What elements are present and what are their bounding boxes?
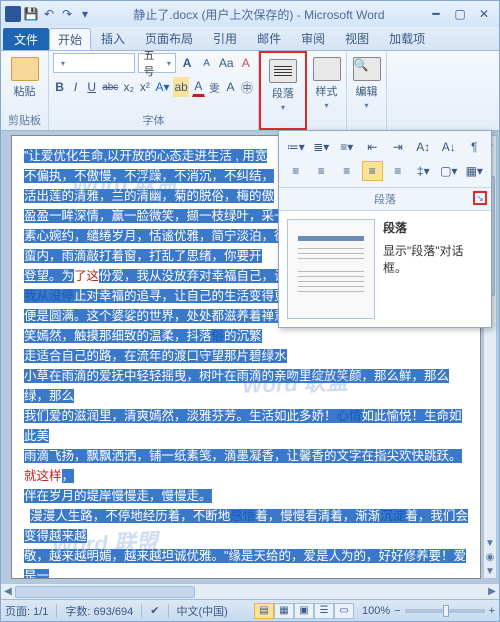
title-bar: 💾 ↶ ↷ ▾ 静止了.docx (用户上次保存的) - Microsoft W… xyxy=(1,1,499,27)
subscript-button[interactable]: x₂ xyxy=(122,77,135,97)
increase-indent-button[interactable]: ⇥ xyxy=(387,137,409,157)
enclose-button[interactable]: ㊥ xyxy=(240,77,254,97)
superscript-button[interactable]: x² xyxy=(138,77,151,97)
italic-button[interactable]: I xyxy=(69,77,82,97)
tab-home[interactable]: 开始 xyxy=(49,28,91,50)
qat-more-icon[interactable]: ▾ xyxy=(77,6,93,22)
font-family-combo[interactable]: ▾ xyxy=(53,53,135,73)
view-print-layout[interactable]: ▤ xyxy=(254,603,274,619)
tooltip-title: 段落 xyxy=(383,219,483,236)
align-justify-button[interactable]: ≡ xyxy=(362,161,384,181)
horizontal-scrollbar[interactable]: ◀ ▶ xyxy=(1,583,499,599)
bold-button[interactable]: B xyxy=(53,77,66,97)
bullets-button[interactable]: ≔▾ xyxy=(285,137,307,157)
tab-file[interactable]: 文件 xyxy=(3,28,49,50)
group-paragraph: 段落 ▾ xyxy=(259,51,307,130)
border-button[interactable]: A xyxy=(224,77,237,97)
editing-button[interactable]: 🔍 编辑 ▾ xyxy=(351,53,382,110)
minimize-button[interactable]: ━ xyxy=(425,6,447,22)
dialog-launcher-icon[interactable]: ↘ xyxy=(473,191,487,205)
multilevel-button[interactable]: ≡▾ xyxy=(336,137,358,157)
scroll-down-icon[interactable]: ▼ xyxy=(484,536,496,550)
tooltip: 段落 显示"段落"对话框。 xyxy=(279,211,491,327)
paragraph-popup: ≔▾ ≣▾ ≡▾ ⇤ ⇥ A↕ A↓ ¶ ≡ ≡ ≡ ≡ ≡ ‡▾ ▢▾ ▦▾ … xyxy=(278,130,492,328)
shading-button[interactable]: ▢▾ xyxy=(438,161,460,181)
prev-page-icon[interactable]: ◉ xyxy=(484,550,496,564)
scroll-right-icon[interactable]: ▶ xyxy=(485,585,499,599)
styles-icon xyxy=(313,57,341,81)
tab-view[interactable]: 视图 xyxy=(335,26,379,50)
paste-icon xyxy=(11,57,39,81)
align-center-button[interactable]: ≡ xyxy=(311,161,333,181)
close-button[interactable]: ✕ xyxy=(473,6,495,22)
ribbon-tabs: 文件 开始 插入 页面布局 引用 邮件 审阅 视图 加载项 xyxy=(1,27,499,51)
phonetic-button[interactable]: 雯 xyxy=(208,77,221,97)
status-page[interactable]: 页面: 1/1 xyxy=(5,603,48,619)
status-wordcount[interactable]: 字数: 693/694 xyxy=(65,603,133,619)
show-marks-button[interactable]: ¶ xyxy=(464,137,486,157)
group-editing: 🔍 编辑 ▾ xyxy=(347,51,387,130)
align-left-button[interactable]: ≡ xyxy=(285,161,307,181)
font-color-button[interactable]: A xyxy=(192,77,205,97)
tab-insert[interactable]: 插入 xyxy=(91,26,135,50)
numbering-button[interactable]: ≣▾ xyxy=(311,137,333,157)
view-fullscreen[interactable]: ▦ xyxy=(274,603,294,619)
editing-icon: 🔍 xyxy=(353,57,381,81)
shrink-font-button[interactable]: A xyxy=(198,53,215,73)
status-language[interactable]: 中文(中国) xyxy=(177,603,228,619)
grow-font-button[interactable]: A xyxy=(179,53,196,73)
view-outline[interactable]: ☰ xyxy=(314,603,334,619)
paragraph-icon xyxy=(269,59,297,83)
group-styles: 样式 ▾ xyxy=(307,51,347,130)
maximize-button[interactable]: ▢ xyxy=(449,6,471,22)
decrease-indent-button[interactable]: ⇤ xyxy=(362,137,384,157)
group-clipboard-label: 剪贴板 xyxy=(5,110,44,130)
group-font: ▾ 五号▾ A A Aa A B I U abc x₂ x² A▾ xyxy=(49,51,259,130)
styles-button[interactable]: 样式 ▾ xyxy=(311,53,342,110)
view-draft[interactable]: ▭ xyxy=(334,603,354,619)
tab-references[interactable]: 引用 xyxy=(203,26,247,50)
paste-button[interactable]: 粘贴 xyxy=(5,53,44,99)
window-title: 静止了.docx (用户上次保存的) - Microsoft Word xyxy=(93,6,425,23)
zoom-out-button[interactable]: − xyxy=(394,605,400,617)
zoom-slider[interactable] xyxy=(405,609,485,613)
group-font-label: 字体 xyxy=(53,110,254,130)
qat-save-icon[interactable]: 💾 xyxy=(23,6,39,22)
app-icon xyxy=(5,6,21,22)
qat-redo-icon[interactable]: ↷ xyxy=(59,6,75,22)
status-spellcheck-icon[interactable]: ✔ xyxy=(150,604,159,617)
tab-addins[interactable]: 加载项 xyxy=(379,26,435,50)
borders-button[interactable]: ▦▾ xyxy=(464,161,486,181)
next-page-icon[interactable]: ▼ xyxy=(484,564,496,578)
tooltip-preview xyxy=(287,219,375,319)
view-web[interactable]: ▣ xyxy=(294,603,314,619)
ribbon: 粘贴 剪贴板 ▾ 五号▾ A A Aa A B xyxy=(1,51,499,131)
group-clipboard: 粘贴 剪贴板 xyxy=(1,51,49,130)
tab-review[interactable]: 审阅 xyxy=(291,26,335,50)
asian-layout-button[interactable]: A↕ xyxy=(413,137,435,157)
underline-button[interactable]: U xyxy=(85,77,98,97)
status-bar: 页面: 1/1 字数: 693/694 ✔ 中文(中国) ▤ ▦ ▣ ☰ ▭ 1… xyxy=(1,599,499,621)
font-size-combo[interactable]: 五号▾ xyxy=(138,53,175,73)
change-case-button[interactable]: Aa xyxy=(218,53,235,73)
clear-format-button[interactable]: A xyxy=(238,53,255,73)
tab-mail[interactable]: 邮件 xyxy=(247,26,291,50)
text-effects-button[interactable]: A▾ xyxy=(154,77,170,97)
sort-button[interactable]: A↓ xyxy=(438,137,460,157)
line-spacing-button[interactable]: ‡▾ xyxy=(413,161,435,181)
popup-group-label: 段落 ↘ xyxy=(279,187,491,211)
distribute-button[interactable]: ≡ xyxy=(387,161,409,181)
zoom-in-button[interactable]: + xyxy=(489,605,495,617)
tooltip-text: 显示"段落"对话框。 xyxy=(383,242,483,276)
qat-undo-icon[interactable]: ↶ xyxy=(41,6,57,22)
zoom-value[interactable]: 100% xyxy=(362,605,390,617)
align-right-button[interactable]: ≡ xyxy=(336,161,358,181)
scroll-left-icon[interactable]: ◀ xyxy=(1,585,15,599)
strike-button[interactable]: abc xyxy=(101,77,119,97)
paragraph-button[interactable]: 段落 ▾ xyxy=(265,55,301,112)
scroll-h-thumb[interactable] xyxy=(15,586,195,598)
highlight-button[interactable]: ab xyxy=(173,77,188,97)
